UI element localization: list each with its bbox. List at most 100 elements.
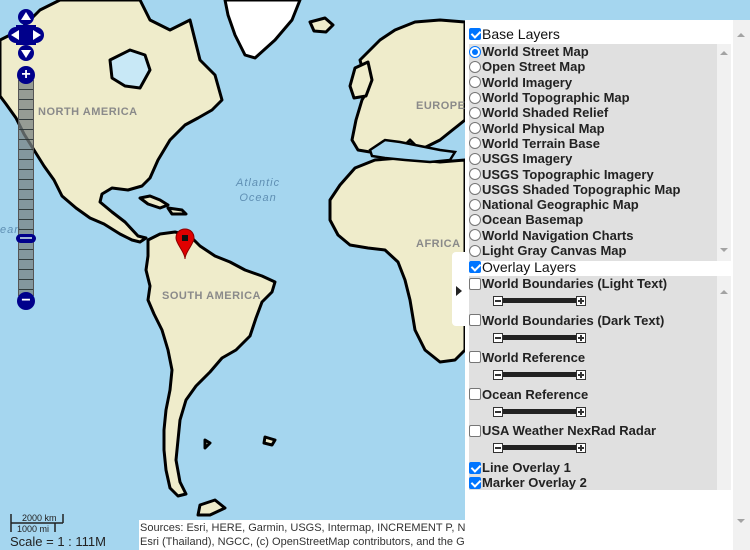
base-layer-radio[interactable] [469,229,481,242]
base-layer-item[interactable]: World Topographic Map [469,90,717,105]
base-layer-item[interactable]: Open Street Map [469,59,717,74]
base-layer-radio[interactable] [469,244,481,257]
scroll-down-icon[interactable] [720,248,728,252]
overlay-layers-header[interactable]: Overlay Layers [469,258,719,276]
base-layer-radio[interactable] [469,213,481,226]
label-atlantic-line1: Atlantic [236,177,281,189]
map-marker-icon[interactable] [175,228,195,260]
base-layer-radio[interactable] [469,122,481,135]
overlay-layer-item[interactable]: Marker Overlay 2 [469,475,717,490]
attribution-line1: Sources: Esri, HERE, Garmin, USGS, Inter… [140,522,466,534]
base-list-scrollbar[interactable] [717,44,731,261]
base-layer-label: World Physical Map [482,120,605,136]
base-layer-radio[interactable] [469,183,481,196]
base-layer-item[interactable]: National Geographic Map [469,197,717,212]
overlay-layer-label: Line Overlay 1 [482,460,571,476]
opacity-increase-button[interactable] [576,369,586,380]
opacity-bar[interactable] [503,371,576,377]
overlay-layers-label: Overlay Layers [482,259,577,275]
collapse-arrow-icon [456,286,462,296]
overlay-layer-item[interactable]: World Reference [469,350,717,365]
opacity-bar[interactable] [503,298,576,304]
base-layer-item[interactable]: World Terrain Base [469,136,717,151]
zoom-out-button[interactable]: − [17,292,35,310]
scroll-up-icon[interactable] [737,33,745,37]
zoom-track[interactable] [18,80,34,296]
opacity-decrease-button[interactable] [493,443,503,454]
overlay-layer-checkbox[interactable] [469,351,481,364]
overlay-layer-item[interactable]: World Boundaries (Dark Text) [469,313,717,328]
overlay-layer-checkbox[interactable] [469,424,481,437]
overlay-layer-checkbox[interactable] [469,314,481,327]
opacity-increase-button[interactable] [576,296,586,307]
scroll-down-icon[interactable] [737,519,745,523]
overlay-layer-checkbox[interactable] [469,476,481,489]
overlay-layer-label: Ocean Reference [482,386,589,402]
label-atlantic-line2: Ocean [239,192,277,204]
overlay-layer-item[interactable]: Line Overlay 1 [469,460,717,475]
base-layer-radio[interactable] [469,152,481,165]
base-layers-header[interactable]: Base Layers [469,25,719,43]
opacity-bar[interactable] [503,445,576,451]
scroll-up-icon[interactable] [720,51,728,55]
base-layer-item[interactable]: USGS Topographic Imagery [469,166,717,182]
base-layer-label: USGS Imagery [482,151,573,167]
base-layer-item[interactable]: World Shaded Relief [469,105,717,120]
overlay-layer-checkbox[interactable] [469,388,481,401]
base-layer-label: USGS Shaded Topographic Map [482,181,681,197]
base-layer-radio[interactable] [469,168,481,181]
base-layer-label: World Imagery [482,74,573,90]
base-layer-item[interactable]: Light Gray Canvas Map [469,243,717,258]
opacity-increase-button[interactable] [576,406,586,417]
attribution-line2: Esri (Thailand), NGCC, (c) OpenStreetMap… [140,536,466,548]
base-layer-radio[interactable] [469,60,481,73]
overlay-layer-checkbox[interactable] [469,277,481,290]
base-layer-item[interactable]: World Street Map [469,44,717,59]
opacity-bar[interactable] [503,408,576,414]
overlay-layer-label: USA Weather NexRad Radar [482,423,657,439]
switcher-scrollbar[interactable] [733,20,750,550]
zoom-in-button[interactable]: + [17,66,35,84]
base-layer-item[interactable]: World Imagery [469,75,717,90]
label-africa: AFRICA [416,238,461,250]
opacity-decrease-button[interactable] [493,296,503,307]
opacity-decrease-button[interactable] [493,369,503,380]
opacity-control [469,365,717,387]
base-layer-item[interactable]: USGS Imagery [469,151,717,166]
base-layer-label: World Topographic Map [482,90,630,106]
opacity-increase-button[interactable] [576,443,586,454]
base-layer-radio[interactable] [469,198,481,211]
zoom-bar: + − [16,66,36,312]
scroll-up-icon[interactable] [720,290,728,294]
attribution: Sources: Esri, HERE, Garmin, USGS, Inter… [139,520,466,550]
overlay-layer-checkbox[interactable] [469,461,481,474]
base-layer-radio[interactable] [469,106,481,119]
opacity-decrease-button[interactable] [493,406,503,417]
overlay-layer-item[interactable]: Ocean Reference [469,386,717,402]
base-layer-item[interactable]: Ocean Basemap [469,212,717,227]
opacity-control [469,438,717,460]
overlay-list-scrollbar[interactable] [717,276,731,490]
base-layer-label: Ocean Basemap [482,212,584,228]
overlay-layer-item[interactable]: World Boundaries (Light Text) [469,276,717,291]
overlay-layer-label: Marker Overlay 2 [482,475,587,490]
base-layer-radio[interactable] [469,76,481,89]
overlay-layer-label: World Boundaries (Dark Text) [482,312,665,328]
opacity-increase-button[interactable] [576,333,586,344]
base-layer-item[interactable]: World Navigation Charts [469,228,717,243]
base-layer-radio[interactable] [469,91,481,104]
opacity-control [469,402,717,424]
base-layer-radio[interactable] [469,137,481,150]
label-north-america: NORTH AMERICA [38,106,138,118]
opacity-decrease-button[interactable] [493,333,503,344]
pan-control [8,9,44,61]
overlay-layer-item[interactable]: USA Weather NexRad Radar [469,423,717,438]
base-layer-item[interactable]: World Physical Map [469,120,717,136]
opacity-bar[interactable] [503,335,576,341]
layer-switcher-toggle[interactable] [452,252,466,326]
overlay-layers-checkbox[interactable] [469,261,481,273]
base-layer-radio[interactable] [469,45,481,58]
base-layers-checkbox[interactable] [469,28,481,40]
base-layer-item[interactable]: USGS Shaded Topographic Map [469,182,717,197]
zoom-slider-handle[interactable] [16,233,36,243]
